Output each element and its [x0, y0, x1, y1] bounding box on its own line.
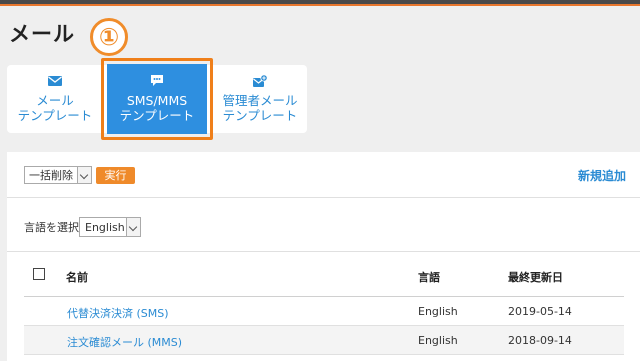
- table-row: 代替決済決済 (SMS) English 2019-05-14: [24, 297, 624, 325]
- tab-label-line2: テンプレート: [17, 108, 93, 123]
- column-header-language: 言語: [418, 271, 440, 284]
- top-bar: [0, 0, 640, 6]
- execute-button[interactable]: 実行: [96, 167, 135, 184]
- table-row: 注文確認メール (MMS) English 2018-09-14: [24, 326, 624, 354]
- chevron-down-icon: [126, 218, 140, 236]
- step-badge: ①: [90, 18, 128, 56]
- chevron-down-icon: [77, 167, 91, 183]
- template-updated-date: 2018-09-14: [508, 334, 572, 347]
- template-language: English: [418, 334, 458, 347]
- language-select-value: English: [85, 221, 125, 234]
- bulk-action-value: 一括削除: [29, 169, 73, 182]
- select-all-checkbox[interactable]: [33, 268, 45, 280]
- page-title: メール: [9, 22, 75, 46]
- template-updated-date: 2019-05-14: [508, 305, 572, 318]
- tab-admin-mail-template[interactable]: 管理者メール テンプレート: [213, 65, 307, 133]
- envelope-icon: [48, 76, 62, 86]
- language-select-label: 言語を選択:: [24, 221, 83, 234]
- chat-bubble-icon: [151, 75, 163, 86]
- add-new-link[interactable]: 新規追加: [578, 167, 626, 184]
- tab-label-line1: メール: [36, 93, 74, 108]
- tab-mail-template[interactable]: メール テンプレート: [7, 65, 103, 133]
- tab-label-line1: 管理者メール: [222, 93, 298, 108]
- template-language: English: [418, 305, 458, 318]
- divider: [7, 197, 640, 198]
- row-divider: [24, 354, 624, 355]
- column-header-updated: 最終更新日: [508, 271, 563, 284]
- tab-label-line1: SMS/MMS: [126, 93, 188, 108]
- template-name-link[interactable]: 注文確認メール (MMS): [67, 334, 182, 350]
- language-select[interactable]: English: [79, 217, 141, 237]
- tab-sms-mms-template[interactable]: SMS/MMS テンプレート: [107, 64, 207, 134]
- admin-mail-icon: [253, 74, 268, 87]
- template-name-link[interactable]: 代替決済決済 (SMS): [67, 305, 169, 321]
- tab-label-line2: テンプレート: [222, 108, 298, 123]
- column-header-name: 名前: [66, 271, 88, 284]
- divider: [7, 251, 640, 252]
- tab-label-line2: テンプレート: [119, 108, 195, 123]
- bulk-action-select[interactable]: 一括削除: [24, 166, 92, 184]
